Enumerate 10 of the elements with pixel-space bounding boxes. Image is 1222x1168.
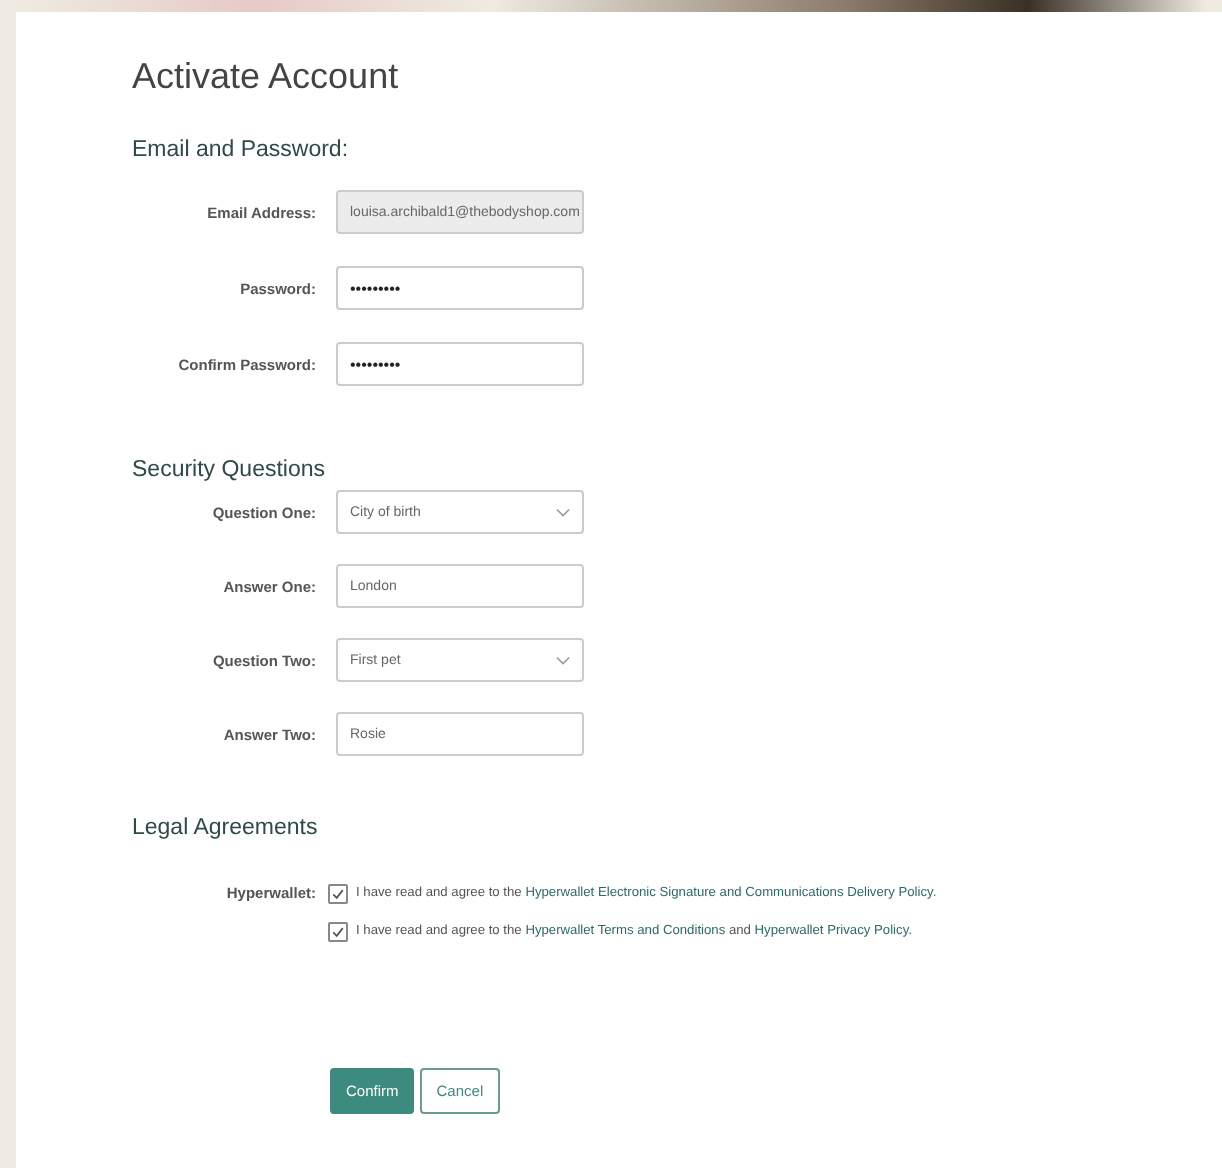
input-field[interactable]: ••••••••• [336, 266, 584, 310]
checkbox[interactable] [328, 922, 348, 942]
section-heading: Email and Password: [132, 138, 351, 162]
checkbox[interactable] [328, 884, 348, 904]
input-field[interactable]: ••••••••• [336, 342, 584, 386]
page-title: Activate Account [132, 54, 401, 98]
chevron-down-icon [556, 655, 570, 665]
section-heading: Legal Agreements [132, 816, 320, 840]
chevron-down-icon [556, 507, 570, 517]
section-heading: Security Questions [132, 458, 328, 482]
